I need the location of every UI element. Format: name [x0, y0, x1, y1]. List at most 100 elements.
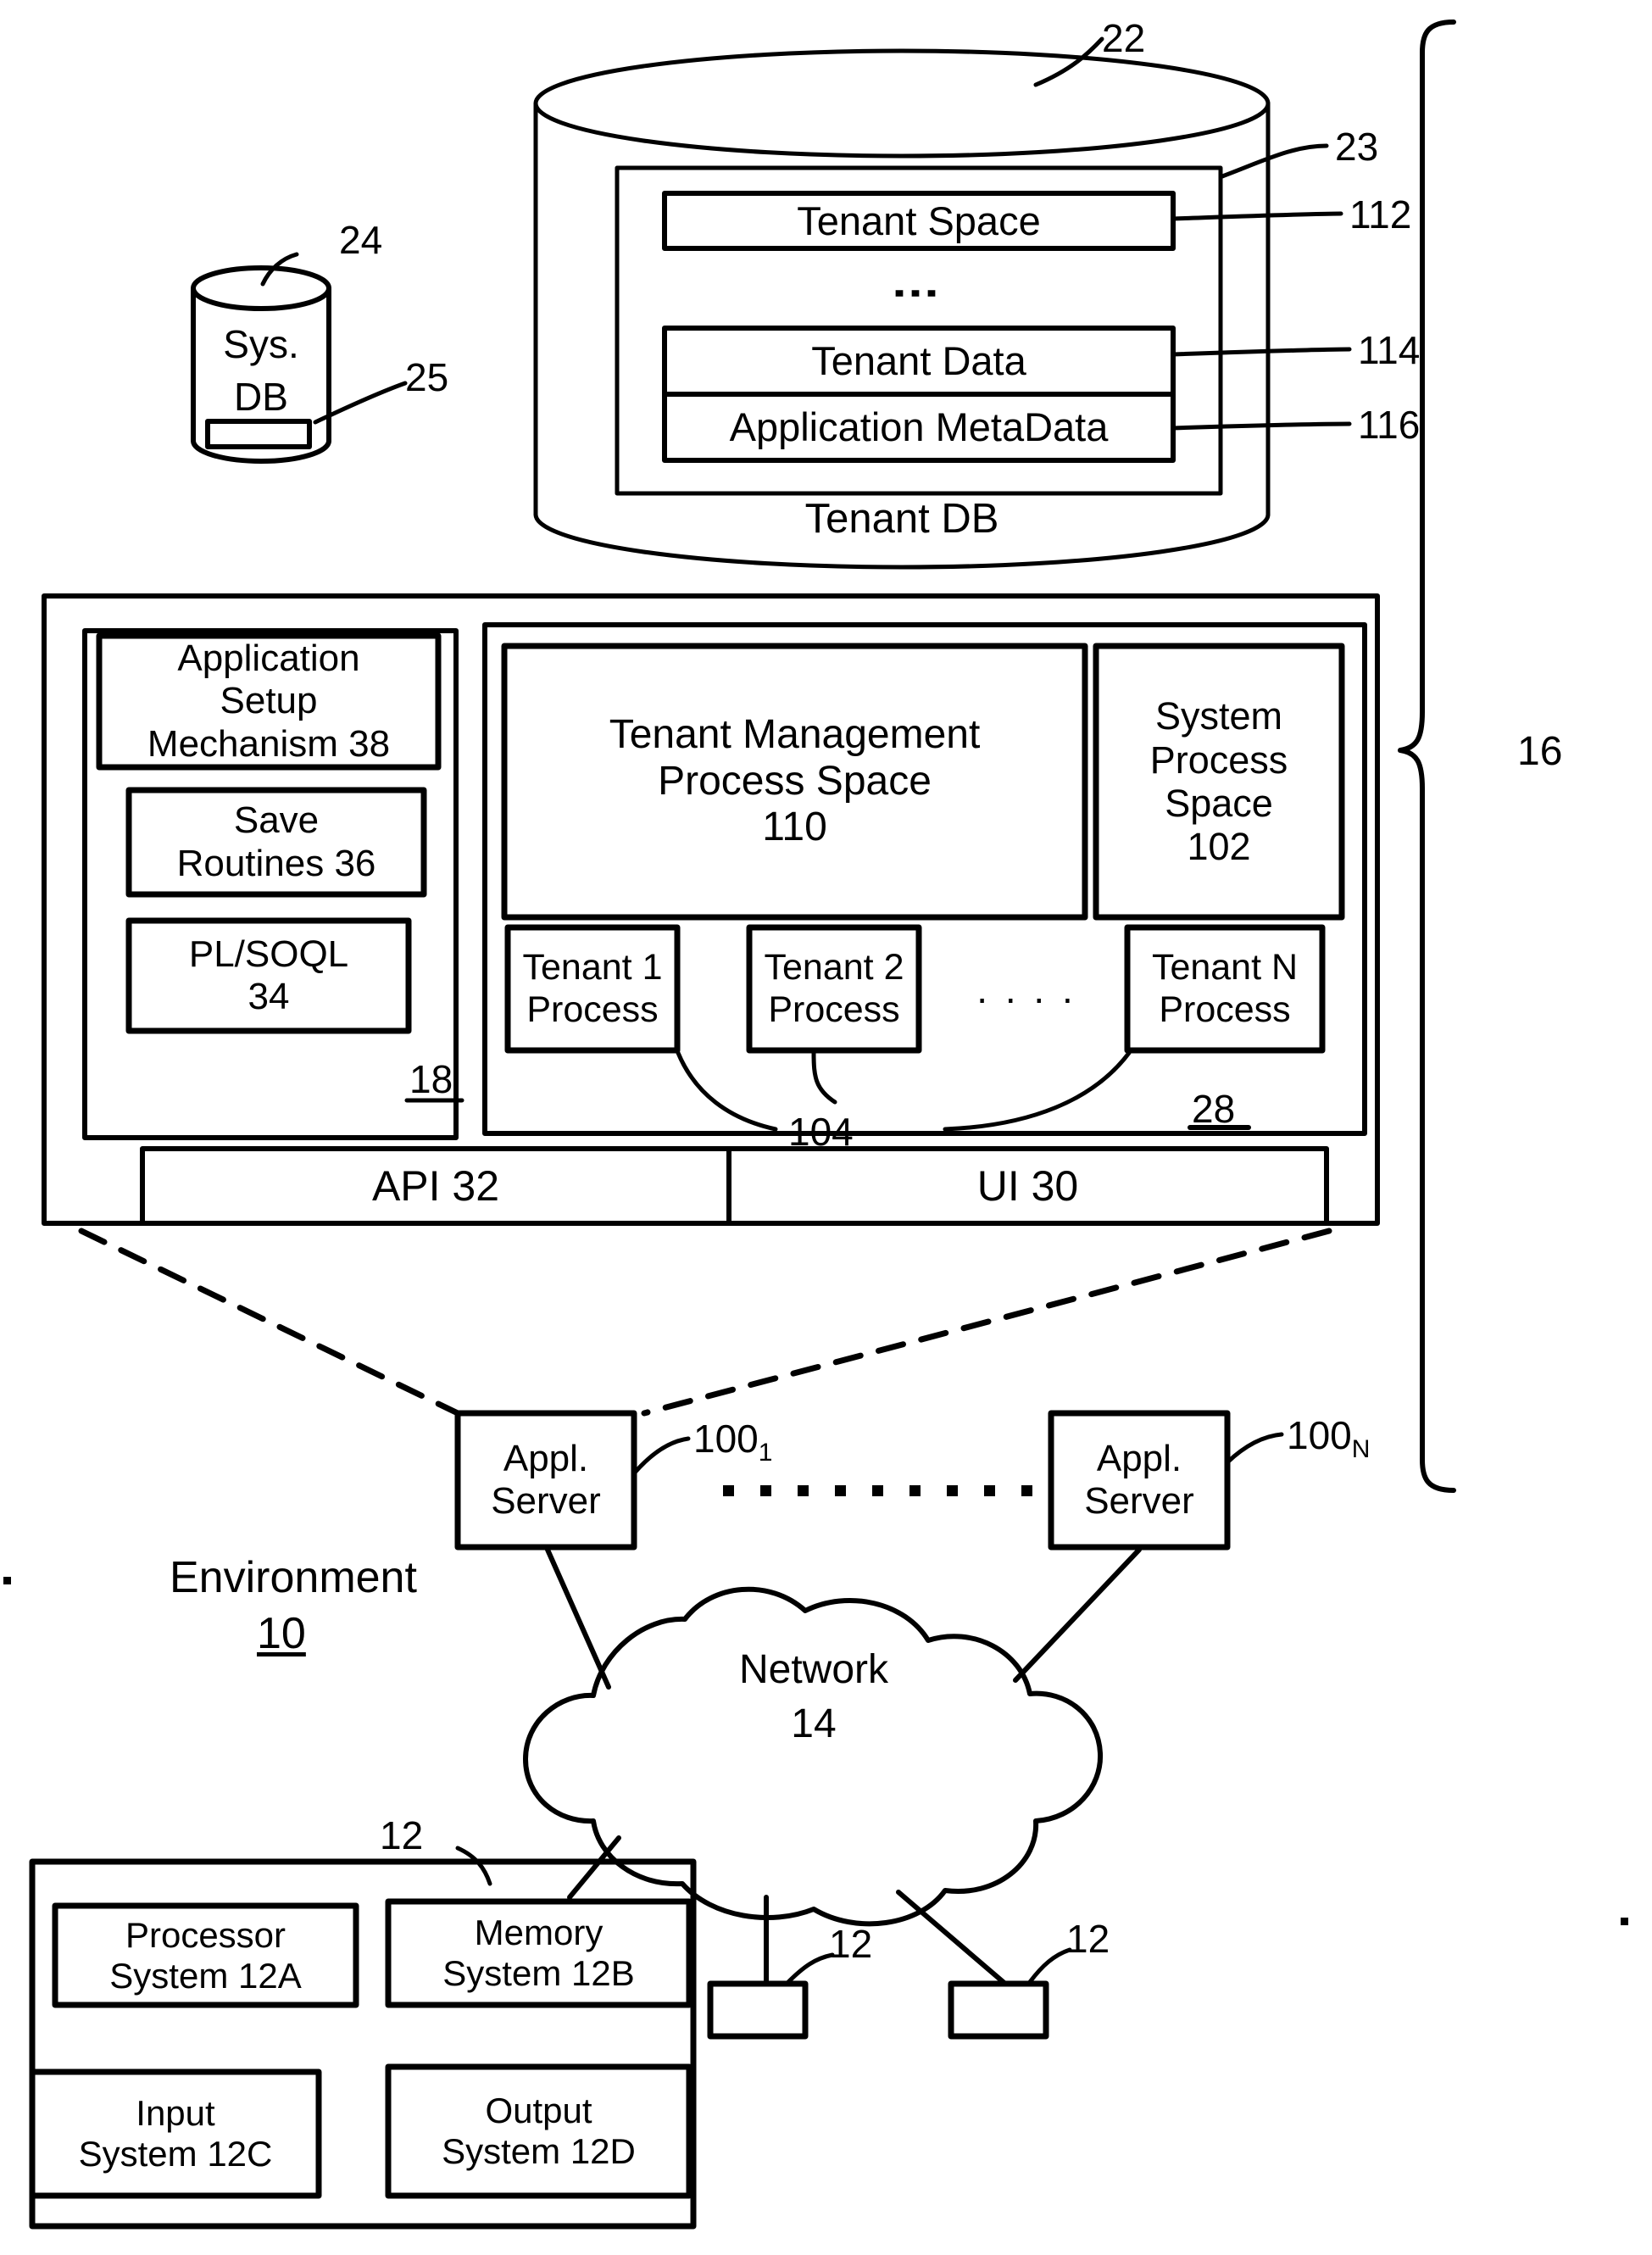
as1-line-2: Server [491, 1480, 601, 1522]
tmps-line-2: Process Space [658, 758, 932, 804]
t1-line-2: Process [526, 988, 659, 1030]
ref-12-small-2: 12 [1066, 1917, 1110, 1961]
output-system-label: Output System 12D [388, 2067, 689, 2196]
is-line-2: System 12C [78, 2134, 273, 2174]
tenant-2-process-label: Tenant 2 Process [749, 927, 919, 1050]
sys-db-line2: DB [234, 374, 288, 419]
tmps-line-3: 110 [762, 805, 827, 850]
is-line-1: Input [136, 2093, 215, 2134]
save-routines-label: Save Routines 36 [129, 790, 424, 894]
page-speck-right [1621, 1918, 1628, 1925]
ref-116: 116 [1358, 403, 1421, 447]
input-system-label: Input System 12C [32, 2072, 319, 2196]
sps-line-3: Space [1165, 782, 1273, 825]
api-label: API 32 [371, 1161, 500, 1210]
sys-db-inner-box [205, 419, 312, 449]
page-speck-left [3, 1577, 11, 1584]
ref-18: 18 [409, 1057, 453, 1101]
leader-22 [1033, 36, 1104, 87]
t2-line-2: Process [768, 988, 900, 1030]
t1-line-1: Tenant 1 [522, 947, 663, 988]
leader-104-b [811, 1050, 837, 1105]
leader-12-user-system [455, 1846, 492, 1886]
connector-cloud-usersystem [567, 1835, 621, 1900]
bracket-16 [1398, 19, 1456, 1493]
ref-24: 24 [339, 218, 383, 262]
app-server-n-label: Appl. Server [1051, 1413, 1227, 1547]
tenant-process-ellipsis: . . . . [976, 966, 1076, 1011]
leader-104-c [943, 1050, 1132, 1132]
dashed-line-right [641, 1228, 1332, 1417]
plsoql-label: PL/SOQL 34 [129, 921, 409, 1031]
leader-116 [1171, 421, 1352, 431]
tenant-management-process-space-label: Tenant Management Process Space 110 [504, 646, 1085, 917]
asm-line-1: Application [177, 638, 360, 680]
connector-cloud-small2 [896, 1890, 1008, 1986]
ref-16: 16 [1517, 729, 1563, 774]
leader-24 [260, 252, 299, 287]
os-line-2: System 12D [442, 2131, 636, 2171]
tenant-space-label: Tenant Space [797, 198, 1041, 243]
tenant-vertical-ellipsis: ⋮ [890, 270, 944, 317]
application-metadata-label: Application MetaData [729, 404, 1109, 450]
ref-23: 23 [1335, 125, 1379, 169]
network-ref-14: 14 [791, 1701, 837, 1746]
sps-line-4: 102 [1187, 825, 1251, 869]
memory-system-label: Memory System 12B [388, 1901, 689, 2005]
sps-line-2: Process [1149, 738, 1288, 782]
ref-12-user-system: 12 [380, 1813, 424, 1857]
environment-label: Environment [170, 1553, 417, 1602]
tenant-db-label: Tenant DB [804, 496, 999, 543]
ref-104: 104 [788, 1110, 854, 1154]
small-user-system-1 [707, 1980, 809, 2040]
asm-line-2: Setup [220, 680, 318, 722]
ref-22: 22 [1102, 16, 1146, 60]
tn-line-1: Tenant N [1151, 947, 1299, 988]
sys-db-line1: Sys. [223, 321, 299, 366]
system-process-space-label: System Process Space 102 [1096, 646, 1342, 917]
plsoql-line-2: 34 [248, 976, 290, 1017]
tenant-1-process-label: Tenant 1 Process [508, 927, 677, 1050]
ps-line-1: Processor [125, 1914, 286, 1955]
leader-100-n [1225, 1432, 1284, 1465]
os-line-1: Output [485, 2091, 592, 2131]
ref-25: 25 [405, 355, 449, 399]
app-server-ellipsis-dots [723, 1485, 1032, 1496]
ref-100-n: 100N [1287, 1413, 1370, 1463]
leader-small-12-a [786, 1952, 835, 1985]
leader-23 [1220, 143, 1329, 179]
sr-line-2: Routines 36 [176, 842, 376, 884]
tenant-data-label: Tenant Data [811, 338, 1026, 384]
connector-server1-cloud [545, 1547, 611, 1690]
ref-28: 28 [1192, 1087, 1236, 1131]
ms-line-1: Memory [474, 1913, 604, 1953]
ref-100-n-base: 100 [1287, 1413, 1352, 1457]
ms-line-2: System 12B [442, 1953, 635, 1993]
asn-line-1: Appl. [1096, 1437, 1182, 1479]
leader-small-12-b [1027, 1947, 1072, 1985]
leader-112 [1171, 211, 1343, 221]
ui-label: UI 30 [976, 1161, 1079, 1210]
ps-line-2: System 12A [109, 1955, 302, 1996]
dashed-line-left [78, 1228, 461, 1417]
ref-112: 112 [1349, 192, 1412, 237]
asn-line-2: Server [1084, 1480, 1194, 1522]
tn-line-2: Process [1159, 988, 1291, 1030]
plsoql-line-1: PL/SOQL [188, 933, 349, 975]
ref-100-1-sub: 1 [758, 1439, 773, 1467]
environment-ref-10: 10 [257, 1609, 306, 1658]
connector-servern-cloud [1013, 1547, 1142, 1683]
sr-line-1: Save [233, 799, 320, 842]
leader-114 [1171, 347, 1352, 357]
tmps-line-1: Tenant Management [609, 711, 981, 757]
ref-100-1-base: 100 [693, 1417, 759, 1461]
t2-line-1: Tenant 2 [764, 947, 904, 988]
sps-line-1: System [1154, 694, 1283, 738]
leader-104-a [676, 1050, 778, 1132]
app-server-1-label: Appl. Server [458, 1413, 634, 1547]
as1-line-1: Appl. [503, 1437, 589, 1479]
patent-figure: Tenant Space ⋮ Tenant Data Application M… [0, 0, 1652, 2255]
network-label: Network [738, 1646, 889, 1692]
processor-system-label: Processor System 12A [55, 1906, 356, 2005]
ref-100-1: 1001 [693, 1417, 772, 1467]
